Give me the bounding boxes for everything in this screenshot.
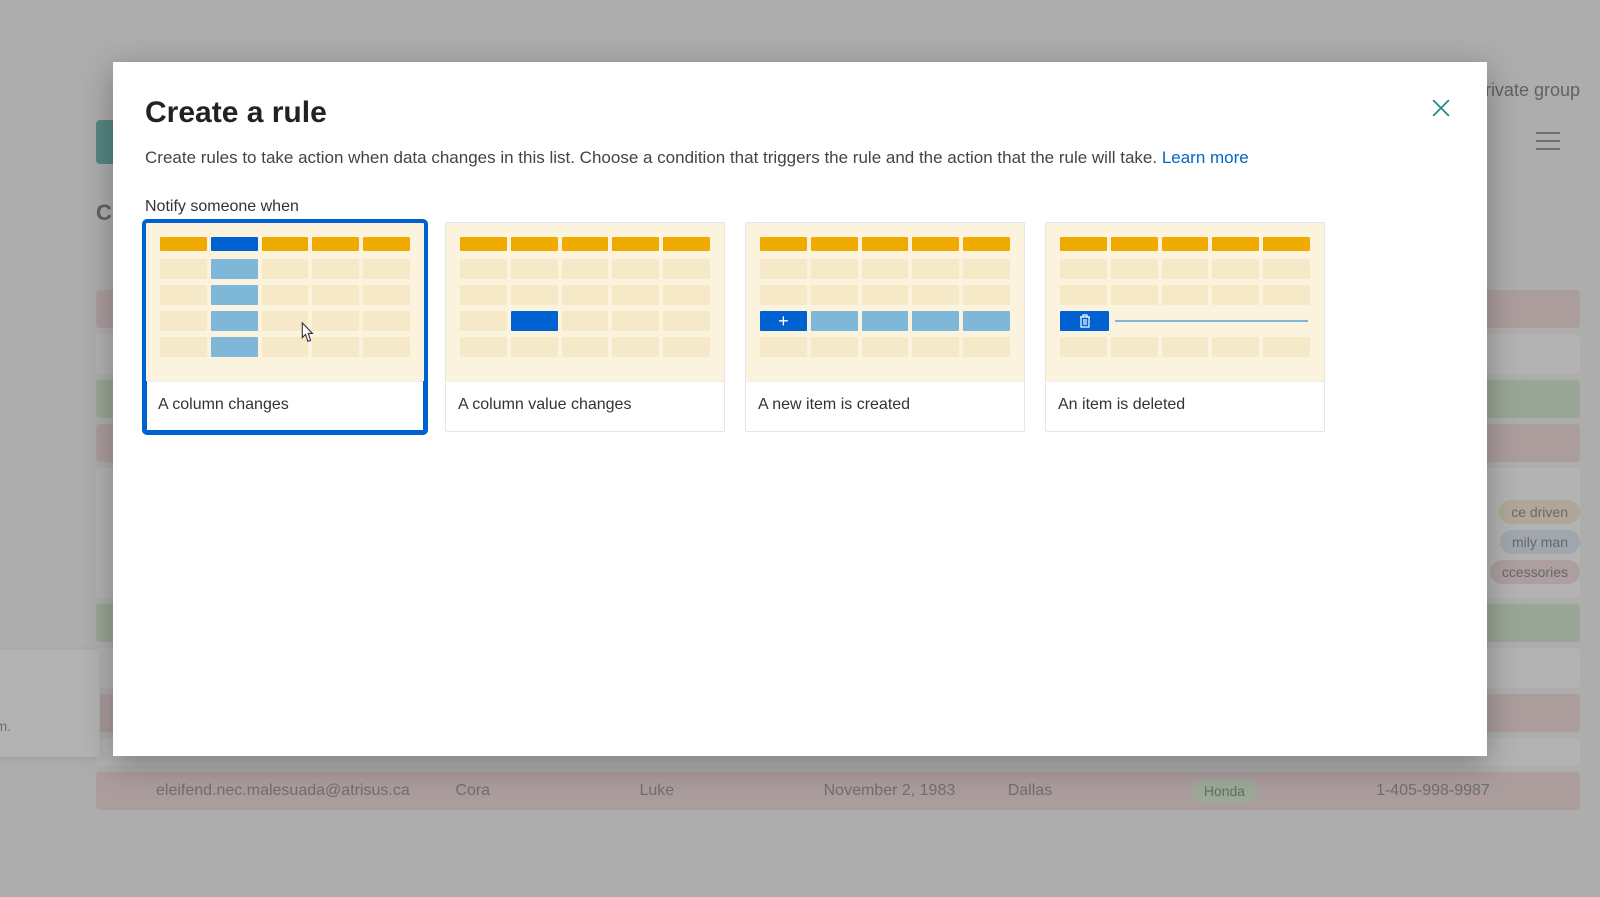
close-dialog-button[interactable] (1423, 90, 1459, 126)
trash-icon (1060, 311, 1109, 331)
learn-more-link[interactable]: Learn more (1162, 148, 1249, 167)
close-icon (1432, 99, 1450, 117)
option-label: A column changes (146, 381, 424, 431)
dialog-subtitle: Create rules to take action when data ch… (145, 148, 1455, 168)
rule-options-row: A column changes A column value changes (145, 222, 1455, 432)
create-rule-dialog: Create a rule Create rules to take actio… (113, 62, 1487, 756)
section-label: Notify someone when (145, 198, 1455, 216)
subtitle-text: Create rules to take action when data ch… (145, 148, 1162, 167)
option-illustration (1046, 223, 1324, 381)
rule-option-column-value-changes[interactable]: A column value changes (445, 222, 725, 432)
option-illustration: + (746, 223, 1024, 381)
rule-option-new-item-created[interactable]: + A new item is created (745, 222, 1025, 432)
rule-option-column-changes[interactable]: A column changes (145, 222, 425, 432)
plus-icon: + (760, 311, 807, 331)
option-illustration (146, 223, 424, 381)
rule-option-item-deleted[interactable]: An item is deleted (1045, 222, 1325, 432)
option-label: A new item is created (746, 381, 1024, 431)
option-label: An item is deleted (1046, 381, 1324, 431)
option-label: A column value changes (446, 381, 724, 431)
dialog-title: Create a rule (145, 96, 1455, 130)
option-illustration (446, 223, 724, 381)
deleted-row-line (1113, 311, 1310, 331)
